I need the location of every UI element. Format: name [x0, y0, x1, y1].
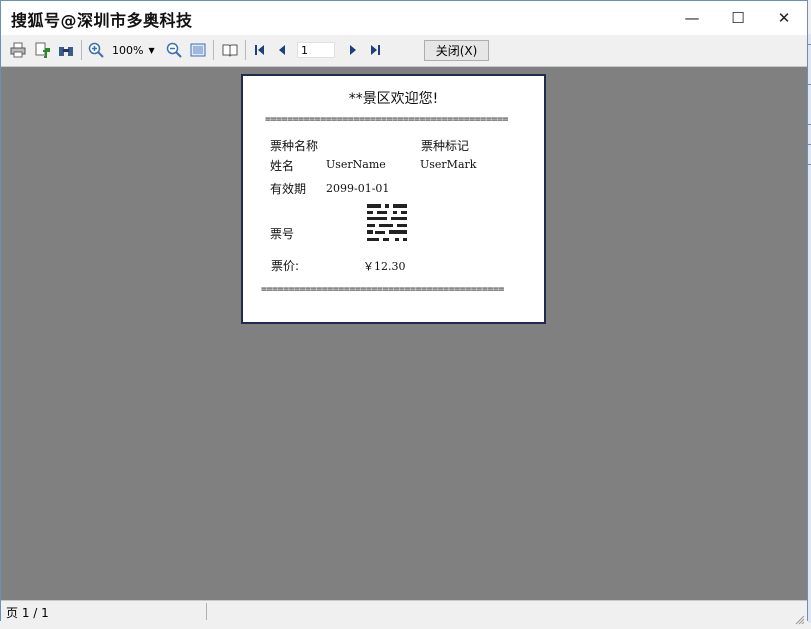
next-page-icon[interactable]: [343, 40, 363, 60]
price-value: ￥12.30: [363, 260, 406, 273]
ticket-mark-label: 票种标记: [421, 139, 470, 153]
zoom-in-icon[interactable]: [86, 40, 106, 60]
price-label: 票价:: [271, 259, 300, 273]
welcome-title: **景区欢迎您!: [348, 91, 439, 107]
toolbar-separator: [213, 40, 214, 60]
close-window-button[interactable]: ✕: [761, 1, 807, 35]
name-label: 姓名: [270, 159, 295, 173]
zoom-select[interactable]: 100% ▼: [112, 42, 160, 59]
status-bar: 页 1 / 1: [1, 600, 807, 625]
name-value: UserName: [326, 158, 386, 171]
prev-page-icon[interactable]: [272, 40, 292, 60]
zoom-value: 100%: [112, 44, 144, 57]
separator-rule-bottom: ========================================…: [261, 284, 504, 295]
minimize-button[interactable]: —: [669, 1, 715, 35]
maximize-button[interactable]: ☐: [715, 1, 761, 35]
first-page-icon[interactable]: [250, 40, 270, 60]
chevron-down-icon: ▼: [148, 46, 155, 55]
ticket-page: **景区欢迎您! ===============================…: [241, 74, 546, 324]
toolbar-separator: [81, 40, 82, 60]
report-preview-window: 搜狐号@深圳市多奥科技 — ☐ ✕ 100% ▼ 1 关闭(X) **景区欢迎您…: [0, 0, 808, 625]
valid-date-value: 2099-01-01: [326, 182, 390, 195]
last-page-icon[interactable]: [365, 40, 385, 60]
preview-canvas[interactable]: **景区欢迎您! ===============================…: [1, 67, 807, 600]
page-setup-icon[interactable]: [188, 40, 208, 60]
resize-grip-icon[interactable]: [795, 610, 805, 625]
window-title: 搜狐号@深圳市多奥科技: [11, 11, 193, 30]
find-icon[interactable]: [56, 40, 76, 60]
toolbar: 100% ▼ 1 关闭(X): [1, 35, 807, 67]
ticket-barcode-icon: [365, 202, 409, 246]
valid-date-label: 有效期: [270, 182, 307, 196]
close-button[interactable]: 关闭(X): [424, 40, 489, 61]
ticket-number-label: 票号: [270, 227, 295, 241]
print-icon[interactable]: [8, 40, 28, 60]
export-icon[interactable]: [32, 40, 52, 60]
ticket-type-label: 票种名称: [270, 139, 319, 153]
toolbar-separator: [245, 40, 246, 60]
book-icon[interactable]: [220, 40, 240, 60]
mark-value: UserMark: [420, 158, 477, 171]
page-info: 页 1 / 1: [6, 606, 49, 620]
page-number-input[interactable]: 1: [297, 42, 335, 58]
title-bar[interactable]: 搜狐号@深圳市多奥科技 — ☐ ✕: [1, 1, 807, 35]
status-separator: [206, 603, 207, 620]
separator-rule-top: ========================================…: [265, 114, 508, 125]
zoom-out-icon[interactable]: [164, 40, 184, 60]
